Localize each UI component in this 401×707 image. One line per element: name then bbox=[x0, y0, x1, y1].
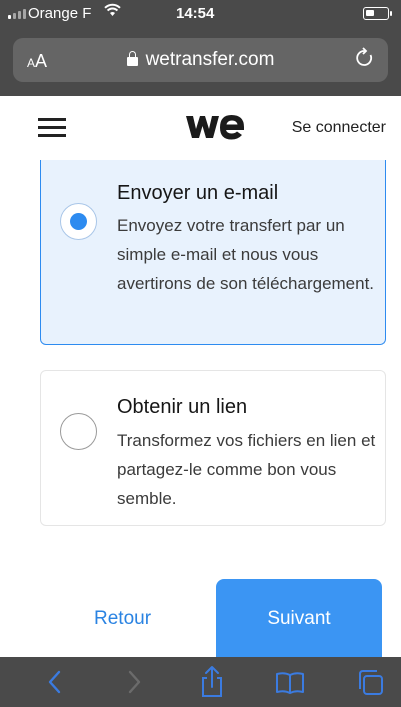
option-link-title: Obtenir un lien bbox=[117, 396, 248, 418]
radio-link[interactable] bbox=[60, 413, 97, 450]
site-header: Se connecter bbox=[0, 96, 401, 160]
option-link-description: Transformez vos fichiers en lien et part… bbox=[117, 431, 376, 508]
carrier-name: Orange F bbox=[28, 5, 92, 22]
status-bar: Orange F 14:54 bbox=[0, 0, 401, 28]
browser-toolbar bbox=[0, 657, 401, 707]
signal-icon bbox=[8, 9, 26, 19]
option-link-card[interactable]: Obtenir un lien Transformez vos fichiers… bbox=[40, 370, 386, 526]
bookmarks-icon[interactable] bbox=[275, 665, 305, 699]
battery-icon bbox=[363, 7, 392, 20]
tabs-icon[interactable] bbox=[356, 665, 386, 699]
wetransfer-logo-icon[interactable] bbox=[186, 114, 244, 145]
url-display[interactable]: wetransfer.com bbox=[13, 49, 388, 71]
url-text: wetransfer.com bbox=[145, 49, 275, 70]
browser-chrome: Orange F 14:54 AA wetransfer.com bbox=[0, 0, 401, 96]
menu-icon[interactable] bbox=[38, 118, 66, 138]
wifi-icon bbox=[104, 3, 121, 21]
next-button[interactable]: Suivant bbox=[216, 579, 382, 657]
reload-icon[interactable] bbox=[355, 47, 375, 75]
forward-icon[interactable] bbox=[119, 665, 149, 699]
option-email-card[interactable]: Envoyer un e-mail Envoyez votre transfer… bbox=[40, 160, 386, 345]
login-link[interactable]: Se connecter bbox=[292, 119, 386, 137]
radio-email[interactable] bbox=[60, 203, 97, 240]
option-email-description: Envoyez votre transfert par un simple e-… bbox=[117, 216, 375, 293]
clock: 14:54 bbox=[176, 5, 215, 22]
lock-icon bbox=[126, 51, 138, 66]
option-email-title: Envoyer un e-mail bbox=[117, 182, 279, 204]
back-button[interactable]: Retour bbox=[94, 608, 151, 630]
address-bar[interactable]: AA wetransfer.com bbox=[13, 38, 388, 82]
share-icon[interactable] bbox=[197, 665, 227, 699]
back-icon[interactable] bbox=[40, 665, 70, 699]
